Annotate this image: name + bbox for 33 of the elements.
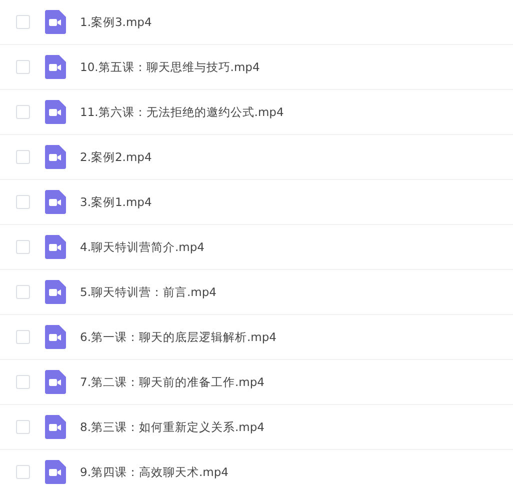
video-file-icon [45,460,66,484]
file-name[interactable]: 6.第一课：聊天的底层逻辑解析.mp4 [80,330,276,344]
file-name[interactable]: 4.聊天特训营简介.mp4 [80,240,204,254]
video-file-icon [45,370,66,394]
file-name[interactable]: 11.第六课：无法拒绝的邀约公式.mp4 [80,104,284,120]
checkbox[interactable] [16,465,30,479]
checkbox[interactable] [16,105,30,119]
checkbox[interactable] [16,285,30,299]
checkbox[interactable] [16,150,30,164]
file-name[interactable]: 1.案例3.mp4 [80,14,152,30]
file-name[interactable]: 10.第五课：聊天思维与技巧.mp4 [80,60,260,74]
video-file-icon [45,100,66,124]
file-name[interactable]: 8.第三课：如何重新定义关系.mp4 [80,420,264,434]
checkbox[interactable] [16,375,30,389]
file-name[interactable]: 9.第四课：高效聊天术.mp4 [80,464,228,480]
checkbox[interactable] [16,15,30,29]
video-file-icon [45,325,66,349]
file-name[interactable]: 2.案例2.mp4 [80,150,152,164]
video-file-icon [45,280,66,304]
file-name[interactable]: 5.聊天特训营：前言.mp4 [80,284,216,300]
checkbox[interactable] [16,420,30,434]
checkbox[interactable] [16,240,30,254]
file-name[interactable]: 7.第二课：聊天前的准备工作.mp4 [80,374,264,390]
file-name[interactable]: 3.案例1.mp4 [80,194,152,210]
video-file-icon [45,235,66,259]
video-file-icon [45,145,66,169]
checkbox[interactable] [16,195,30,209]
video-file-icon [45,55,66,79]
video-file-icon [45,10,66,34]
video-file-icon [45,190,66,214]
video-file-icon [45,415,66,439]
checkbox[interactable] [16,330,30,344]
checkbox[interactable] [16,60,30,74]
